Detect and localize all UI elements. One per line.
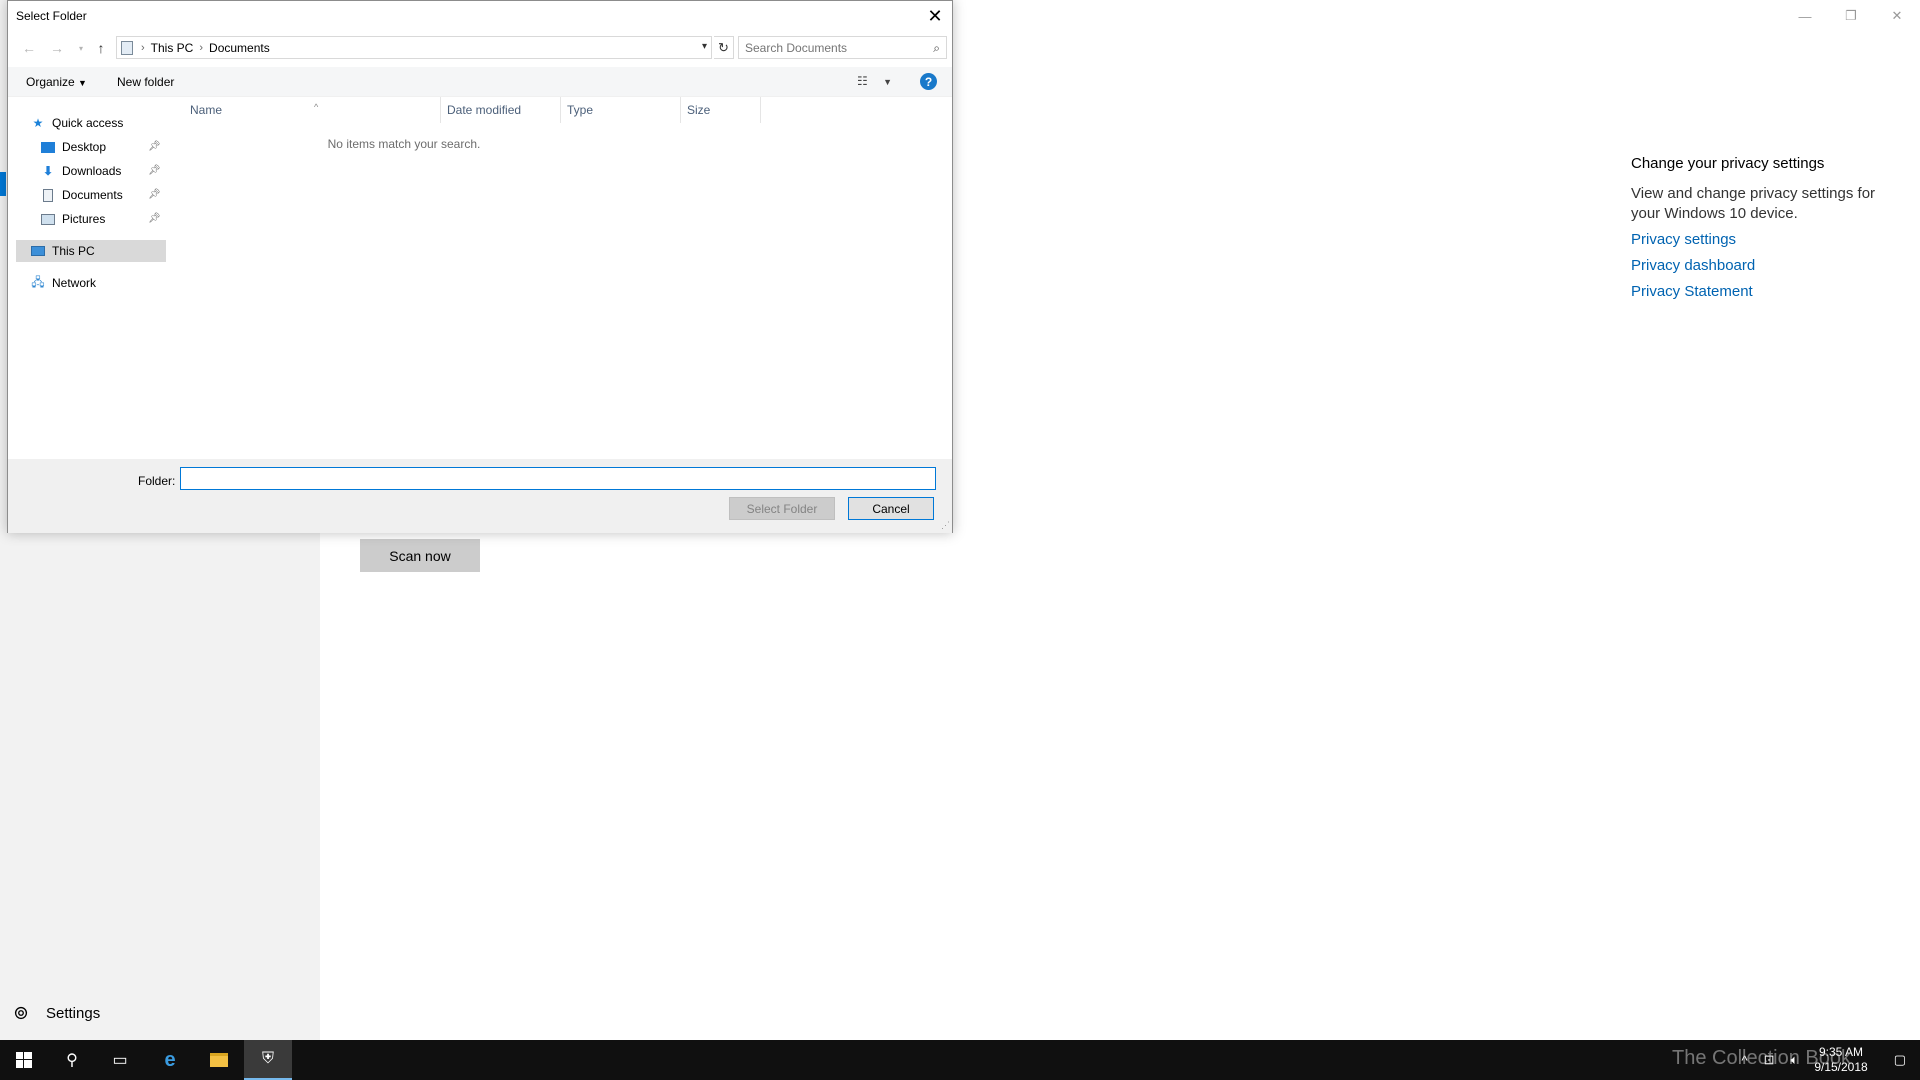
desktop-icon [40, 140, 56, 154]
command-toolbar: Organize ▼ New folder ☷ ▼ ? [8, 67, 952, 97]
breadcrumb-documents[interactable]: Documents [209, 41, 270, 55]
back-arrow-icon[interactable]: ← [20, 39, 38, 57]
pin-icon: 📌︎ [148, 141, 161, 152]
pin-icon: 📌︎ [148, 189, 161, 200]
pin-icon: 📌︎ [148, 165, 161, 176]
dialog-title: Select Folder [16, 9, 87, 23]
column-header-date-modified[interactable]: Date modified [441, 97, 561, 123]
select-folder-dialog: Select Folder ✕ ← → ▾ ↑ › This PC › Docu… [7, 0, 953, 533]
nav-label: This PC [52, 244, 95, 258]
help-icon[interactable]: ? [920, 73, 937, 90]
folder-field[interactable] [180, 467, 936, 490]
nav-label: Network [52, 276, 97, 290]
organize-label: Organize [26, 75, 75, 89]
column-header-size[interactable]: Size [681, 97, 761, 123]
nav-item-quick-access[interactable]: ★ Quick access [30, 112, 124, 134]
network-icon: 🖧︎ [31, 274, 45, 289]
computer-icon [121, 40, 133, 55]
chevron-down-icon: ▼ [78, 78, 87, 88]
nav-label: Downloads [62, 164, 122, 178]
task-view-icon[interactable]: ▭ [96, 1040, 144, 1080]
file-explorer-icon[interactable] [195, 1040, 243, 1080]
settings-label: Settings [46, 1004, 101, 1022]
chevron-down-icon[interactable]: ▾ [702, 41, 707, 52]
column-header-type[interactable]: Type [561, 97, 681, 123]
search-icon[interactable]: ⌕ [933, 41, 940, 56]
empty-message: No items match your search. [327, 137, 481, 151]
forward-arrow-icon[interactable]: → [48, 39, 66, 57]
nav-label: Quick access [52, 116, 124, 130]
navigation-pane: ★ Quick access Desktop 📌︎ ⬇ Downloads 📌︎… [8, 97, 173, 459]
file-list: Name ^ Date modified Type Size No items … [174, 97, 952, 459]
recent-dropdown-icon[interactable]: ▾ [72, 39, 90, 57]
dialog-close-icon[interactable]: ✕ [918, 1, 952, 31]
dialog-titlebar[interactable]: Select Folder ✕ [8, 1, 952, 31]
column-header-name[interactable]: Name ^ [184, 97, 441, 123]
nav-label: Desktop [62, 140, 107, 154]
privacy-dashboard-link[interactable]: Privacy dashboard [1631, 256, 1891, 276]
column-headers: Name ^ Date modified Type Size [174, 97, 952, 123]
details-view-icon: ☷ [857, 74, 868, 88]
windows-security-icon[interactable]: ⛨ [244, 1040, 292, 1080]
privacy-panel: Change your privacy settings View and ch… [1631, 154, 1891, 308]
nav-item-network[interactable]: 🖧︎ Network [30, 272, 96, 294]
select-folder-button[interactable]: Select Folder [729, 497, 835, 520]
pane-splitter[interactable] [166, 97, 174, 459]
chevron-right-icon[interactable]: › [199, 42, 203, 54]
folder-label: Folder: [138, 474, 176, 488]
nav-label: Pictures [62, 212, 106, 226]
chevron-right-icon[interactable]: › [141, 42, 145, 54]
minimize-icon[interactable]: — [1782, 0, 1828, 32]
close-icon[interactable]: ✕ [1874, 0, 1920, 32]
refresh-icon[interactable]: ↻ [714, 36, 734, 59]
navigation-bar: ← → ▾ ↑ › This PC › Documents ▾ ↻ ⌕ [8, 35, 952, 61]
pictures-icon [40, 212, 56, 226]
sidebar-item-settings[interactable]: Settings [12, 1004, 100, 1022]
taskbar: ⚲ ▭ e ⛨ ^ ⊡ 🔈︎ 9:35 AM 9/15/2018 ▢ [0, 1040, 1920, 1080]
address-bar[interactable]: › This PC › Documents ▾ [116, 36, 712, 59]
view-options-button[interactable]: ☷ ▼ [857, 74, 892, 88]
dialog-footer: Folder: Select Folder Cancel ⋰ [8, 459, 952, 533]
star-icon: ★ [32, 116, 44, 130]
restore-icon[interactable]: ❐ [1828, 0, 1874, 32]
action-center-icon[interactable]: ▢ [1894, 1052, 1906, 1068]
gear-icon [14, 1006, 28, 1020]
computer-icon [30, 244, 46, 258]
watermark: The Collection Book [1672, 1047, 1851, 1069]
chevron-down-icon: ▼ [883, 77, 893, 87]
new-folder-button[interactable]: New folder [117, 75, 174, 89]
search-input[interactable] [745, 40, 925, 55]
sidebar-selection-indicator [0, 172, 6, 196]
document-icon [40, 188, 56, 202]
search-box[interactable]: ⌕ [738, 36, 947, 59]
window-controls: — ❐ ✕ [1782, 0, 1920, 32]
nav-label: Documents [62, 188, 123, 202]
sort-ascending-icon: ^ [314, 102, 319, 112]
internet-explorer-icon[interactable]: e [146, 1040, 194, 1080]
download-arrow-icon: ⬇ [42, 164, 54, 178]
pin-icon: 📌︎ [148, 213, 161, 224]
cancel-button[interactable]: Cancel [848, 497, 934, 520]
search-icon[interactable]: ⚲ [48, 1040, 96, 1080]
organize-button[interactable]: Organize ▼ [26, 75, 87, 89]
start-windows-icon[interactable] [0, 1040, 48, 1080]
privacy-statement-link[interactable]: Privacy Statement [1631, 282, 1891, 302]
privacy-settings-link[interactable]: Privacy settings [1631, 230, 1891, 250]
privacy-description: View and change privacy settings for you… [1631, 185, 1876, 222]
breadcrumb-this-pc[interactable]: This PC [151, 41, 194, 55]
up-arrow-icon[interactable]: ↑ [92, 39, 110, 57]
nav-item-this-pc[interactable]: This PC [16, 240, 173, 262]
scan-now-button[interactable]: Scan now [360, 539, 480, 572]
privacy-title: Change your privacy settings [1631, 155, 1825, 172]
resize-grip-icon[interactable]: ⋰ [941, 520, 950, 531]
